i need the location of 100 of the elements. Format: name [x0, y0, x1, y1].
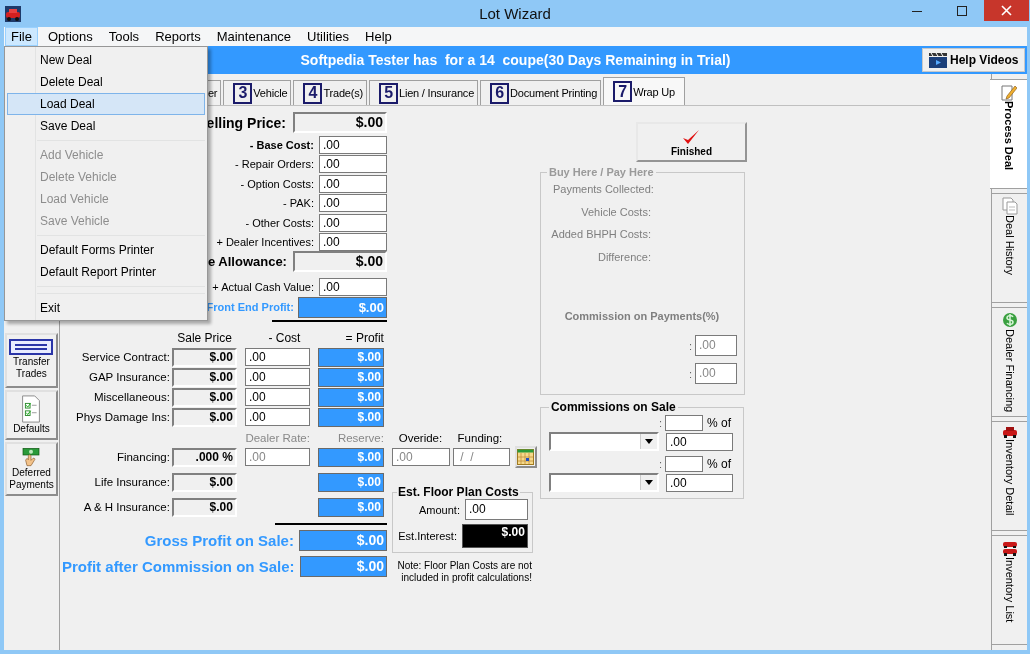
- menu-item[interactable]: Help: [359, 27, 398, 46]
- tab[interactable]: 7 Wrap Up: [603, 77, 685, 105]
- floor-plan-note: Note: Floor Plan Costs are not included in profit calculations!: [396, 560, 533, 584]
- column-header: Reserve:: [336, 432, 384, 444]
- product-label: Service Contract:: [80, 351, 170, 363]
- field-label: Added BHPH Costs:: [550, 227, 651, 242]
- salesperson-dropdown[interactable]: [548, 432, 659, 451]
- menu-item[interactable]: Load Deal: [7, 93, 205, 115]
- menu-item[interactable]: Reports: [149, 27, 207, 46]
- calendar-icon: [517, 449, 535, 465]
- side-tab[interactable]: Deal History: [992, 193, 1027, 303]
- menu-item[interactable]: Save Deal: [7, 115, 205, 137]
- calendar-button[interactable]: [514, 446, 537, 468]
- cost-field[interactable]: .00: [318, 194, 387, 213]
- cost-field[interactable]: .00: [318, 233, 387, 252]
- product-label: GAP Insurance:: [87, 371, 170, 383]
- cost-field[interactable]: .00: [244, 368, 310, 386]
- commission-amount-field[interactable]: .00: [665, 432, 733, 451]
- menu-item[interactable]: Default Report Printer: [7, 261, 205, 283]
- front-end-profit-value: $.00: [297, 296, 387, 318]
- interest-value: $.00: [461, 524, 528, 548]
- total-value: $.00: [298, 529, 387, 551]
- menu-item[interactable]: File: [5, 27, 38, 46]
- menu-item[interactable]: New Deal: [7, 49, 205, 71]
- percent-field[interactable]: [665, 415, 703, 431]
- menu-item[interactable]: Options: [41, 27, 99, 46]
- total-label: Profit after Commission on Sale:: [61, 557, 295, 575]
- menu-item[interactable]: Delete Deal: [7, 71, 205, 93]
- maximize-icon: [956, 5, 967, 16]
- side-tab[interactable]: Inventory Detail: [992, 421, 1027, 531]
- tab[interactable]: 3 Vehicle: [223, 80, 292, 105]
- sidebar-button[interactable]: Defaults: [4, 390, 58, 440]
- side-tab[interactable]: Process Deal: [990, 79, 1027, 189]
- dollar-icon: [1001, 311, 1018, 329]
- sidebar-button[interactable]: Deferred Payments: [4, 442, 58, 496]
- column-header: Funding:: [456, 432, 504, 444]
- sale-price-value: $.00: [171, 407, 237, 427]
- finished-button[interactable]: Finished: [635, 122, 747, 162]
- pages-icon: [1001, 197, 1018, 215]
- override-field[interactable]: .00: [391, 448, 450, 466]
- amount-label: Amount:: [419, 503, 460, 516]
- close-button[interactable]: [984, 0, 1029, 21]
- cost-field[interactable]: .00: [244, 348, 310, 366]
- percent-field[interactable]: [665, 456, 703, 472]
- total-value: $.00: [299, 555, 387, 577]
- side-tab[interactable]: Dealer Financing: [992, 307, 1027, 417]
- sidebar-button[interactable]: Transfer Trades: [4, 333, 58, 388]
- cost-label: - Repair Orders:: [235, 158, 314, 171]
- tab[interactable]: 4 Trade(s): [293, 80, 367, 105]
- column-header: Sale Price: [176, 331, 233, 345]
- sale-price-value: $.00: [171, 367, 237, 387]
- cost-field[interactable]: .00: [318, 155, 387, 174]
- group-title: Est. Floor Plan Costs: [396, 485, 520, 499]
- funding-date-field[interactable]: / /: [452, 448, 510, 466]
- menu-item[interactable]: Maintenance: [210, 27, 298, 46]
- percent-of-label: % of: [707, 416, 732, 430]
- total-label: Gross Profit on Sale:: [144, 531, 294, 549]
- cars-icon: [1001, 539, 1018, 557]
- car-icon: [4, 4, 22, 23]
- column-header: - Cost: [267, 331, 302, 345]
- commission-field[interactable]: .00: [694, 335, 737, 356]
- interest-label: Est.Interest:: [398, 530, 457, 542]
- salesperson-dropdown[interactable]: [548, 473, 659, 492]
- group-title: Buy Here / Pay Here: [547, 166, 655, 178]
- cost-field[interactable]: .00: [244, 408, 310, 426]
- reserve-value: $.00: [317, 447, 384, 467]
- clapperboard-icon: [928, 51, 948, 69]
- commission-amount-field[interactable]: .00: [665, 473, 733, 492]
- amount-field[interactable]: .00: [464, 499, 528, 520]
- financing-label: Financing:: [115, 451, 170, 463]
- menu-item[interactable]: Default Forms Printer: [7, 239, 205, 261]
- profit-value: $.00: [317, 367, 384, 387]
- help-videos-button[interactable]: Help Videos: [922, 48, 1025, 72]
- close-icon: [1001, 5, 1012, 16]
- cost-field[interactable]: .00: [244, 388, 310, 406]
- menu-item[interactable]: Utilities: [301, 27, 355, 46]
- insurance-value: $.00: [171, 472, 237, 492]
- menu-item[interactable]: Tools: [102, 27, 146, 46]
- dealer-rate-field[interactable]: .00: [244, 448, 310, 466]
- cost-field[interactable]: .00: [318, 135, 387, 154]
- side-tab[interactable]: Inventory List: [992, 535, 1027, 645]
- sale-price-value: $.00: [171, 387, 237, 407]
- banner-text: Softpedia Tester has for a 14 coupe(30 Days Remaining in Trial): [300, 52, 731, 68]
- caret-icon: [644, 439, 653, 444]
- field-label: Payments Collected:: [551, 182, 651, 197]
- selling-price-value: $.00: [292, 112, 387, 133]
- cost-field[interactable]: .00: [318, 174, 387, 193]
- insurance-label: A & H Insurance:: [82, 501, 170, 513]
- rate-value: .000 %: [171, 447, 237, 467]
- column-header: Overide:: [397, 432, 444, 444]
- car-icon: [1001, 425, 1018, 439]
- cost-field[interactable]: .00: [318, 213, 387, 232]
- selling-price-label: elling Price:: [206, 114, 286, 131]
- tab[interactable]: 6 Document Printing: [480, 80, 602, 105]
- commission-field[interactable]: .00: [694, 363, 737, 384]
- colon-label: :: [658, 417, 662, 429]
- colon-label: :: [688, 339, 692, 352]
- actual-cash-value-field[interactable]: .00: [318, 277, 387, 296]
- menu-item[interactable]: Exit: [7, 297, 205, 319]
- tab[interactable]: 5 Lien / Insurance: [369, 80, 479, 105]
